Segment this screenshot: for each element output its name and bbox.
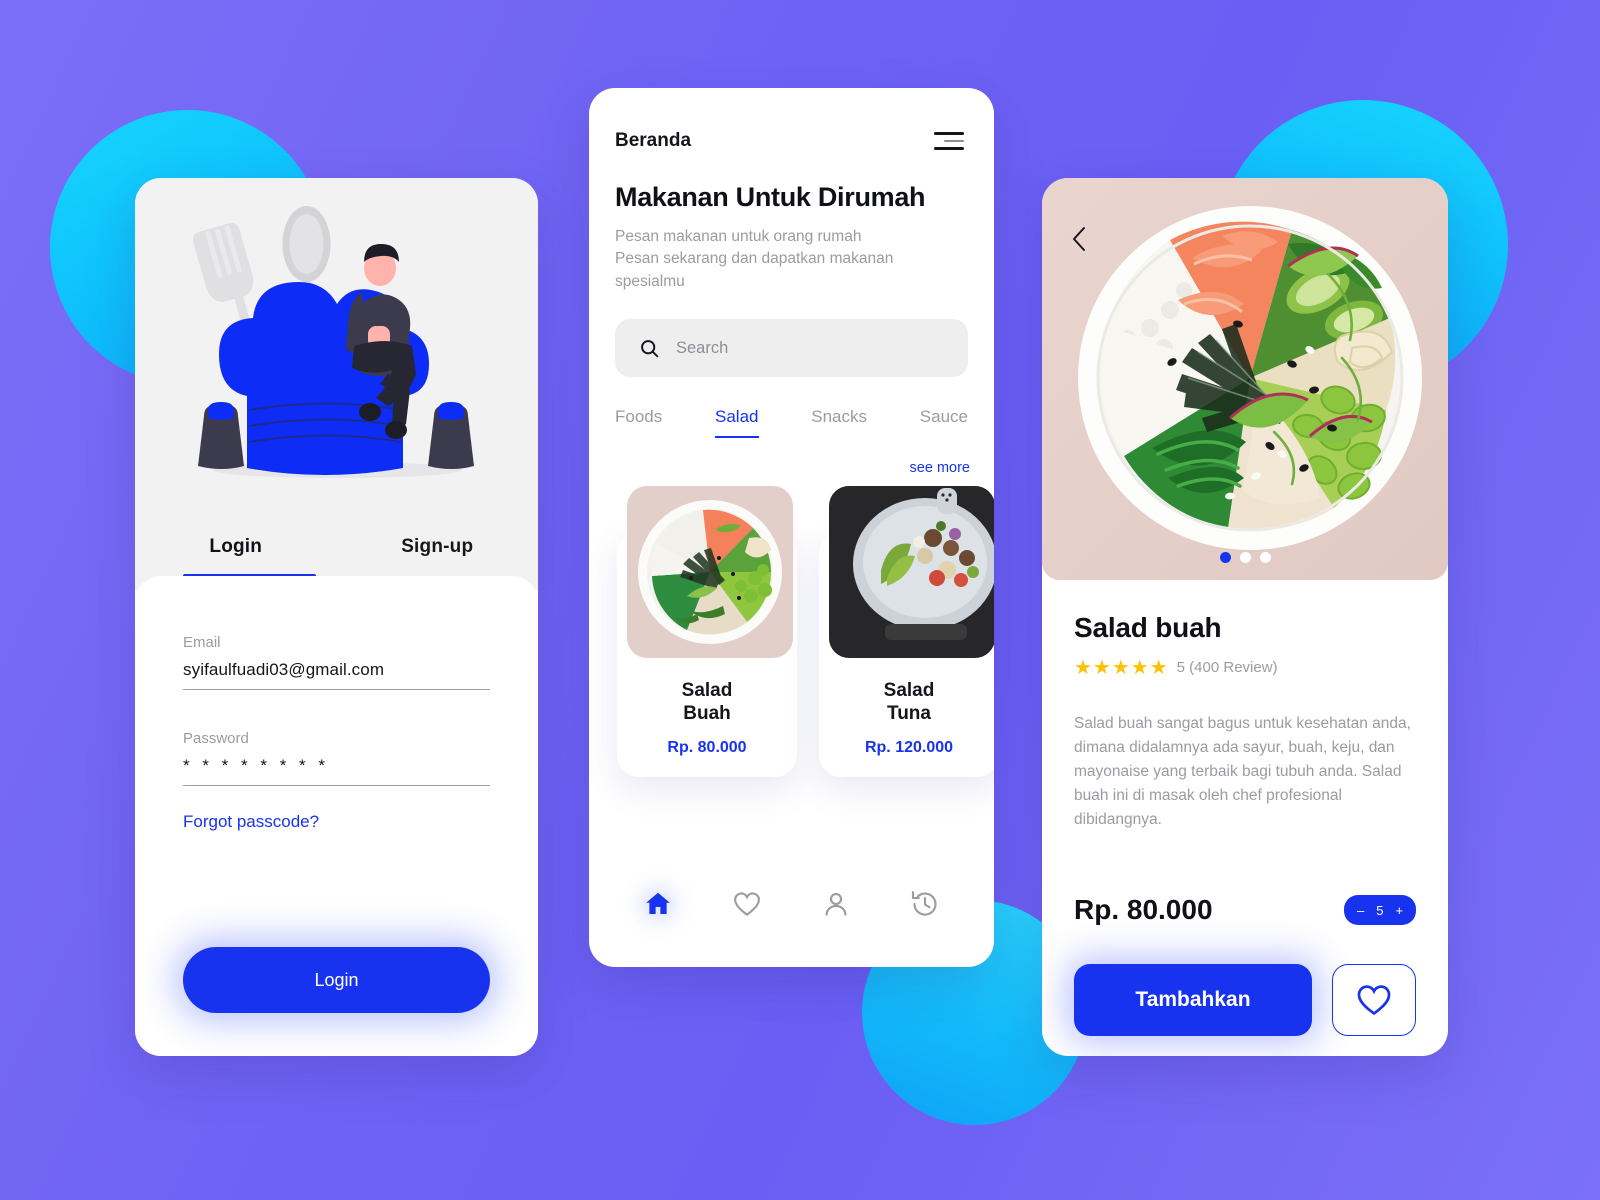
password-label: Password [183,730,249,747]
detail-screen: Salad buah ★★★★★ 5 (400 Review) Salad bu… [1042,178,1448,1056]
app-brand: Beranda [615,130,692,151]
search-input[interactable]: Search [615,319,968,378]
person-icon [825,892,847,916]
food-card-price: Rp. 80.000 [667,739,747,757]
review-count: 5 (400 Review) [1176,659,1278,676]
action-row: Tambahkan [1074,964,1416,1037]
product-price: Rp. 80.000 [1074,894,1213,926]
email-label: Email [183,634,221,651]
history-icon [912,891,937,916]
carousel-dot[interactable] [1239,552,1251,563]
food-thumbnail [829,486,994,659]
carousel-dot[interactable] [1259,552,1271,563]
product-detail-body: Salad buah ★★★★★ 5 (400 Review) Salad bu… [1042,580,1448,1037]
food-card-name: Salad Tuna [883,680,935,724]
email-field-group: Email syifaulfuadi03@gmail.com [183,634,490,690]
add-to-cart-button[interactable]: Tambahkan [1074,964,1312,1037]
poke-bowl-salmon-photo [1042,178,1448,580]
heart-icon [1357,985,1391,1016]
login-form: Email syifaulfuadi03@gmail.com Password … [135,576,538,1056]
search-icon [641,340,659,358]
food-card-price: Rp. 120.000 [864,739,954,757]
login-button[interactable]: Login [183,947,490,1013]
carousel-dot[interactable] [1219,552,1231,563]
login-illustration-area [135,178,538,530]
back-button[interactable] [1064,224,1094,254]
nav-home[interactable] [635,881,681,927]
login-screen: Login Sign-up Email syifaulfuadi03@gmail… [135,178,538,1056]
see-more-link[interactable]: see more [589,438,994,476]
login-button-wrap: Login [183,947,490,1013]
tab-signup[interactable]: Sign-up [337,530,539,558]
tab-foods[interactable]: Foods [615,407,662,438]
carousel-dots [1042,552,1448,563]
home-topbar: Beranda [589,130,994,152]
quantity-stepper[interactable]: – 5 + [1344,895,1416,926]
email-input[interactable]: syifaulfuadi03@gmail.com [183,660,490,690]
food-card-list: Salad Buah Rp. 80.000 Salad Tuna Rp. 120… [589,476,994,778]
decrement-button[interactable]: – [1357,903,1364,918]
nav-favorites[interactable] [724,881,770,927]
hamburger-icon[interactable] [934,132,964,150]
rating-row: ★★★★★ 5 (400 Review) [1074,655,1416,680]
star-rating-icon: ★★★★★ [1074,657,1169,679]
product-image-carousel [1042,178,1448,580]
chef-hat-with-person-illustration [192,206,474,478]
page-title: Makanan Untuk Dirumah [615,182,926,212]
poke-bowl-salmon-photo [627,486,793,659]
increment-button[interactable]: + [1395,903,1403,918]
tab-sauce[interactable]: Sauce [920,407,968,438]
nav-profile[interactable] [813,881,859,927]
tab-login[interactable]: Login [135,530,337,558]
food-card[interactable]: Salad Buah Rp. 80.000 [617,486,797,778]
product-title: Salad buah [1074,612,1222,643]
price-row: Rp. 80.000 – 5 + [1074,894,1416,926]
password-field-group: Password * * * * * * * * [183,730,490,786]
password-input[interactable]: * * * * * * * * [183,756,490,786]
category-tabs: Foods Salad Snacks Sauce [589,377,994,439]
home-icon [645,892,670,914]
food-card-name: Salad Buah [681,680,733,724]
quantity-value: 5 [1376,902,1384,918]
bottom-navigation [589,881,994,927]
heart-icon [733,892,760,916]
food-card[interactable]: Salad Tuna Rp. 120.000 [819,486,994,778]
search-placeholder: Search [676,338,729,357]
product-description: Salad buah sangat bagus untuk kesehatan … [1074,715,1411,829]
tuna-salad-plate-photo [829,486,994,659]
forgot-passcode-link[interactable]: Forgot passcode? [183,812,490,832]
nav-history[interactable] [902,881,948,927]
food-thumbnail [627,486,793,659]
home-screen: Beranda Makanan Untuk Dirumah Pesan maka… [589,88,994,967]
tab-salad[interactable]: Salad [715,407,759,439]
page-subtitle: Pesan makanan untuk orang rumah Pesan se… [615,228,894,290]
favorite-button[interactable] [1332,964,1416,1037]
chevron-left-icon [1073,227,1085,251]
tab-snacks[interactable]: Snacks [811,407,867,438]
